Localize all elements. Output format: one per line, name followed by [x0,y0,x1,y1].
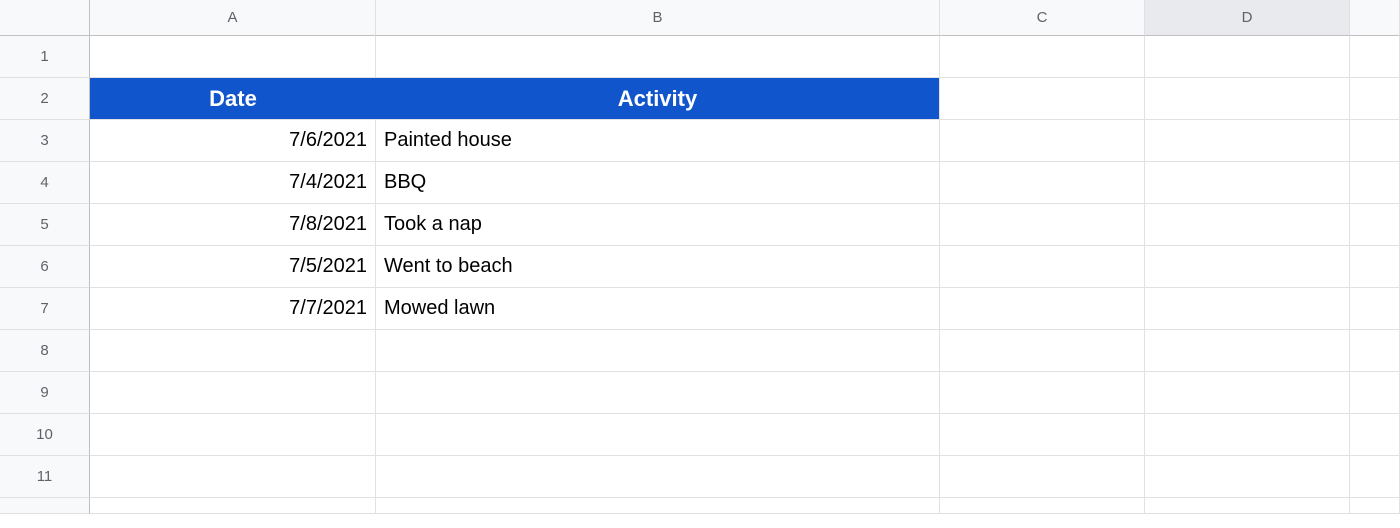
cell-c5[interactable] [940,204,1145,246]
row-header-7[interactable]: 7 [0,288,90,330]
cell-b4[interactable]: BBQ [376,162,940,204]
cell-e7[interactable] [1350,288,1400,330]
cell-a4[interactable]: 7/4/2021 [90,162,376,204]
cell-d4[interactable] [1145,162,1350,204]
cell-d7[interactable] [1145,288,1350,330]
row-4: 4 7/4/2021 BBQ [0,162,1400,204]
cell-b2[interactable]: Activity [376,78,940,120]
column-header-row: A B C D [0,0,1400,36]
cell-b3[interactable]: Painted house [376,120,940,162]
spreadsheet: A B C D 1 2 Date Activity 3 7/6/2021 Pai… [0,0,1400,528]
cell-a3[interactable]: 7/6/2021 [90,120,376,162]
cell-c7[interactable] [940,288,1145,330]
cell-e8[interactable] [1350,330,1400,372]
row-9: 9 [0,372,1400,414]
cell-b9[interactable] [376,372,940,414]
cell-a11[interactable] [90,456,376,498]
cell-a1[interactable] [90,36,376,78]
cell-d3[interactable] [1145,120,1350,162]
cell-b12[interactable] [376,498,940,514]
cell-a9[interactable] [90,372,376,414]
cell-e2[interactable] [1350,78,1400,120]
row-header-10[interactable]: 10 [0,414,90,456]
row-header-2[interactable]: 2 [0,78,90,120]
cell-c2[interactable] [940,78,1145,120]
cell-c9[interactable] [940,372,1145,414]
cell-d1[interactable] [1145,36,1350,78]
col-header-b[interactable]: B [376,0,940,36]
cell-e10[interactable] [1350,414,1400,456]
cell-a12[interactable] [90,498,376,514]
cell-a2[interactable]: Date [90,78,376,120]
row-header-8[interactable]: 8 [0,330,90,372]
row-10: 10 [0,414,1400,456]
row-7: 7 7/7/2021 Mowed lawn [0,288,1400,330]
cell-b10[interactable] [376,414,940,456]
cell-c3[interactable] [940,120,1145,162]
cell-b7[interactable]: Mowed lawn [376,288,940,330]
row-header-4[interactable]: 4 [0,162,90,204]
cell-d6[interactable] [1145,246,1350,288]
row-2: 2 Date Activity [0,78,1400,120]
cell-b6[interactable]: Went to beach [376,246,940,288]
cell-d2[interactable] [1145,78,1350,120]
cell-c11[interactable] [940,456,1145,498]
row-8: 8 [0,330,1400,372]
cell-c10[interactable] [940,414,1145,456]
cell-e12[interactable] [1350,498,1400,514]
cell-e11[interactable] [1350,456,1400,498]
cell-b5[interactable]: Took a nap [376,204,940,246]
row-6: 6 7/5/2021 Went to beach [0,246,1400,288]
row-header-9[interactable]: 9 [0,372,90,414]
cell-d10[interactable] [1145,414,1350,456]
cell-e6[interactable] [1350,246,1400,288]
row-11: 11 [0,456,1400,498]
cell-e5[interactable] [1350,204,1400,246]
cell-a6[interactable]: 7/5/2021 [90,246,376,288]
row-header-5[interactable]: 5 [0,204,90,246]
col-header-c[interactable]: C [940,0,1145,36]
row-header-12[interactable] [0,498,90,514]
col-header-a[interactable]: A [90,0,376,36]
cell-e1[interactable] [1350,36,1400,78]
cell-d8[interactable] [1145,330,1350,372]
cell-d9[interactable] [1145,372,1350,414]
cell-d12[interactable] [1145,498,1350,514]
cell-e9[interactable] [1350,372,1400,414]
select-all-corner[interactable] [0,0,90,36]
cell-a5[interactable]: 7/8/2021 [90,204,376,246]
cell-c1[interactable] [940,36,1145,78]
cell-a7[interactable]: 7/7/2021 [90,288,376,330]
cell-b1[interactable] [376,36,940,78]
row-header-6[interactable]: 6 [0,246,90,288]
cell-b11[interactable] [376,456,940,498]
cell-d11[interactable] [1145,456,1350,498]
cell-c12[interactable] [940,498,1145,514]
row-header-1[interactable]: 1 [0,36,90,78]
cell-c8[interactable] [940,330,1145,372]
row-header-3[interactable]: 3 [0,120,90,162]
cell-c6[interactable] [940,246,1145,288]
cell-d5[interactable] [1145,204,1350,246]
cell-a10[interactable] [90,414,376,456]
row-3: 3 7/6/2021 Painted house [0,120,1400,162]
col-header-e[interactable] [1350,0,1400,36]
row-1: 1 [0,36,1400,78]
cell-b8[interactable] [376,330,940,372]
row-12-partial [0,498,1400,514]
cell-a8[interactable] [90,330,376,372]
col-header-d[interactable]: D [1145,0,1350,36]
row-header-11[interactable]: 11 [0,456,90,498]
cell-e4[interactable] [1350,162,1400,204]
cell-e3[interactable] [1350,120,1400,162]
cell-c4[interactable] [940,162,1145,204]
row-5: 5 7/8/2021 Took a nap [0,204,1400,246]
